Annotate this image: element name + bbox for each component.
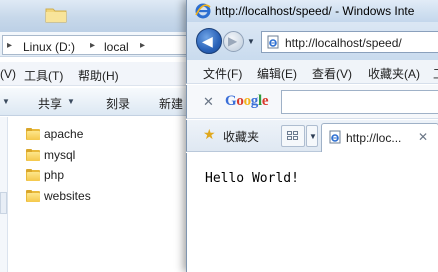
- star-icon[interactable]: ★: [203, 126, 216, 143]
- page-icon: [267, 35, 279, 49]
- close-icon[interactable]: ✕: [203, 94, 214, 110]
- folder-icon: [26, 128, 40, 140]
- google-letter: o: [243, 93, 252, 109]
- menu-view[interactable]: (V): [0, 67, 16, 81]
- favorites-button[interactable]: 收藏夹: [223, 128, 259, 145]
- folder-icon: [26, 149, 40, 161]
- menu-file[interactable]: 文件(F): [203, 65, 242, 82]
- file-name: apache: [44, 127, 84, 141]
- menu-tools[interactable]: 工: [433, 65, 438, 82]
- menu-help[interactable]: 帮助(H): [78, 67, 119, 84]
- file-name: websites: [44, 189, 91, 203]
- list-item[interactable]: mysql: [26, 146, 75, 164]
- tab-list-button[interactable]: ▼: [306, 125, 318, 147]
- tab-label: http://loc...: [346, 131, 402, 145]
- breadcrumb-item-drive[interactable]: Linux (D:): [23, 40, 75, 54]
- scrollbar[interactable]: [0, 192, 7, 214]
- menu-favorites[interactable]: 收藏夹(A): [368, 65, 420, 82]
- browser-window: http://localhost/speed/ - Windows Inte ◀…: [186, 0, 438, 272]
- explorer-window: ▸ Linux (D:) ▸ local ▸ (V) 工具(T) 帮助(H) ▼…: [0, 0, 200, 272]
- browser-titlebar: http://localhost/speed/ - Windows Inte: [186, 0, 438, 22]
- explorer-menubar: (V) 工具(T) 帮助(H): [0, 62, 200, 86]
- explorer-address-bar: ▸ Linux (D:) ▸ local ▸: [0, 32, 200, 57]
- google-letter: G: [225, 93, 237, 109]
- list-item[interactable]: websites: [26, 187, 91, 205]
- chevron-down-icon[interactable]: ▼: [67, 97, 75, 106]
- folder-icon: [45, 8, 67, 23]
- google-toolbar: ✕ Google: [186, 85, 438, 119]
- arrow-right-icon: ▶: [228, 34, 238, 48]
- arrow-left-icon: ◀: [202, 33, 213, 49]
- google-letter: g: [250, 93, 259, 109]
- chevron-right-icon[interactable]: ▸: [7, 40, 12, 51]
- breadcrumb[interactable]: ▸ Linux (D:) ▸ local ▸: [2, 35, 198, 55]
- explorer-toolbar: ▼ 共享 ▼ 刻录 新建: [0, 88, 200, 116]
- explorer-titlebar: [0, 0, 200, 32]
- tab-current[interactable]: http://loc... ✕: [321, 123, 438, 152]
- chevron-down-icon[interactable]: ▼: [247, 37, 255, 46]
- chevron-right-icon[interactable]: ▸: [90, 40, 95, 51]
- list-item[interactable]: php: [26, 166, 64, 184]
- page-icon: [329, 130, 341, 144]
- quick-tabs-button[interactable]: [281, 125, 305, 147]
- address-input[interactable]: http://localhost/speed/: [261, 31, 438, 53]
- window-title: http://localhost/speed/ - Windows Inte: [215, 4, 415, 18]
- forward-button[interactable]: ▶: [223, 31, 244, 52]
- back-button[interactable]: ◀: [196, 28, 222, 54]
- page-body-text: Hello World!: [205, 171, 299, 186]
- google-logo: Google: [225, 93, 269, 110]
- google-letter: o: [236, 93, 244, 109]
- file-name: php: [44, 168, 65, 182]
- file-name: mysql: [44, 148, 76, 162]
- browser-address-row: ◀ ▶ ▼ http://localhost/speed/: [186, 22, 438, 60]
- close-icon[interactable]: ✕: [418, 130, 428, 144]
- address-text: http://localhost/speed/: [285, 36, 402, 50]
- chevron-right-icon[interactable]: ▸: [140, 40, 145, 51]
- folder-icon: [26, 190, 40, 202]
- ie-logo-icon: [195, 3, 211, 19]
- google-letter: e: [261, 93, 269, 109]
- burn-button[interactable]: 刻录: [106, 95, 130, 112]
- page-content: Hello World!: [186, 153, 438, 272]
- list-item[interactable]: apache: [26, 125, 83, 143]
- grid-icon: [287, 131, 299, 142]
- new-folder-button[interactable]: 新建: [159, 95, 183, 112]
- menu-tools[interactable]: 工具(T): [24, 67, 63, 84]
- chevron-down-icon[interactable]: ▼: [2, 97, 10, 106]
- favorites-tab-bar: ★ 收藏夹 ▼ http://loc... ✕: [186, 120, 438, 152]
- navigation-pane: [0, 117, 8, 272]
- folder-icon: [26, 169, 40, 181]
- google-search-input[interactable]: [281, 90, 438, 114]
- menu-edit[interactable]: 编辑(E): [257, 65, 297, 82]
- chevron-down-icon: ▼: [309, 132, 317, 141]
- menu-view[interactable]: 查看(V): [312, 65, 352, 82]
- breadcrumb-item-local[interactable]: local: [104, 40, 129, 54]
- share-button[interactable]: 共享: [38, 95, 62, 112]
- browser-menubar: 文件(F) 编辑(E) 查看(V) 收藏夹(A) 工: [186, 60, 438, 84]
